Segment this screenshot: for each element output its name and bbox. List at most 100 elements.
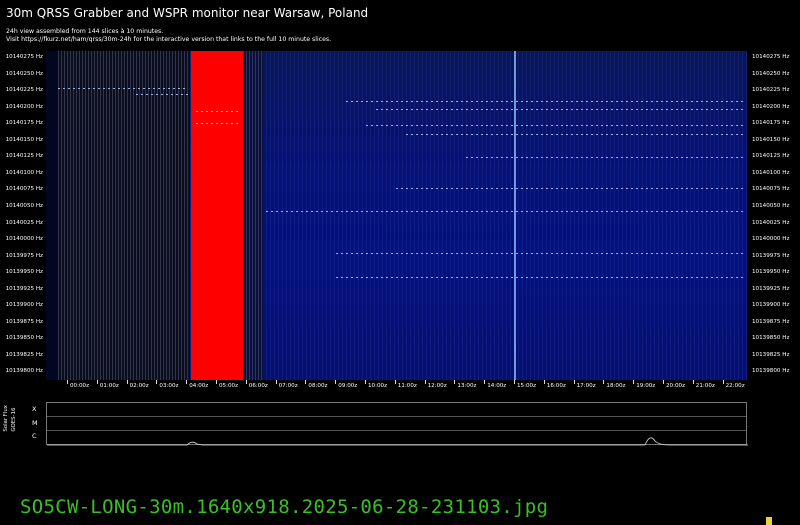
subtitle-line-1: 24h view assembled from 144 slices à 10 … [6,28,164,35]
y-tick-label: 10140100 Hz [5,169,43,176]
x-tick [365,380,366,384]
y-axis-right: 10140275 Hz 10140250 Hz 10140225 Hz 1014020… [752,51,800,380]
y-tick-label: 10139900 Hz [5,302,43,309]
x-tick-label: 11:00z [397,383,417,389]
y-tick-label: 10139925 Hz [5,285,43,292]
y-tick-label: 10140250 Hz [5,70,43,77]
x-tick-label: 01:00z [99,383,119,389]
spectrogram-gray-band [58,51,190,380]
x-tick-label: 15:00z [517,383,537,389]
y-tick-label: 10140000 Hz [5,236,43,243]
x-tick-label: 04:00z [189,383,209,389]
x-tick-label: 17:00z [576,383,596,389]
y-tick-label: 10139925 Hz [752,285,790,292]
signal-trace [136,94,191,95]
flux-class-c: C [32,432,37,440]
x-tick [663,380,664,384]
x-tick [424,380,426,384]
x-tick [454,380,456,384]
y-tick-label: 10140175 Hz [5,120,43,127]
y-tick-label: 10140050 Hz [5,202,43,209]
y-tick-label: 10140275 Hz [752,54,790,60]
signal-trace [366,125,746,126]
x-tick [126,380,128,384]
x-tick-label: 18:00z [606,383,626,389]
y-tick-label: 10140175 Hz [752,120,790,127]
signal-trace [376,109,746,110]
y-tick-label: 10139975 Hz [752,252,790,259]
x-axis-time: 00:00z 01:00z 02:00z 03:00z 04:00z 05:00z 06:0… [46,380,747,394]
x-tick [156,380,158,384]
signal-trace [336,253,746,254]
y-tick-label: 10140025 Hz [752,219,790,226]
x-tick [603,380,605,384]
y-tick-label: 10140000 Hz [752,236,790,243]
y-tick-label: 10139950 Hz [5,269,43,276]
x-tick-label: 22:00z [725,383,745,389]
x-tick-label: 19:00z [636,383,656,389]
y-tick-label: 10139850 Hz [752,335,790,342]
y-tick-label: 10139950 Hz [752,269,790,276]
x-tick-label: 13:00z [457,383,477,389]
x-tick-label: 06:00z [248,383,268,389]
y-tick-label: 10140125 Hz [5,153,43,160]
x-tick-label: 03:00z [159,383,179,389]
x-tick [216,380,217,384]
y-tick-label: 10139800 Hz [5,368,43,375]
x-tick [275,380,277,384]
y-tick-label: 10140025 Hz [5,219,43,226]
x-tick [722,380,724,384]
spectrogram-gray-band-2 [243,51,263,380]
y-tick-label: 10140200 Hz [752,103,790,110]
flux-class-x: X [32,405,37,413]
signal-trace [196,111,241,112]
x-tick [335,380,337,384]
x-tick-label: 02:00z [129,383,149,389]
signal-trace [466,157,746,158]
y-tick-label: 10139975 Hz [5,252,43,259]
image-filename: SO5CW-LONG-30m.1640x918.2025-06-28-23110… [20,496,549,518]
y-tick-label: 10140075 Hz [752,186,790,193]
y-tick-label: 10139875 Hz [752,318,790,325]
y-tick-label: 10139900 Hz [752,302,790,309]
signal-trace [406,134,746,135]
y-tick-label: 10139875 Hz [5,318,43,325]
spectrogram-missing-data [191,51,243,380]
x-tick [67,380,68,384]
x-tick [633,380,635,384]
x-tick [245,380,247,384]
x-tick [484,380,486,384]
subtitle-line-2: Visit https://fkurz.net/ham/qrss/30m-24h… [6,36,332,43]
y-tick-label: 10139825 Hz [5,351,43,358]
flux-curve [47,437,748,446]
x-tick-label: 05:00z [219,383,239,389]
x-tick [692,380,694,384]
signal-trace [396,188,746,189]
x-tick [96,380,98,384]
x-tick [573,380,575,384]
x-tick-label: 10:00z [368,383,388,389]
y-tick-label: 10139850 Hz [5,335,43,342]
x-tick-label: 00:00z [70,383,90,389]
signal-trace [346,101,746,102]
signal-trace [266,211,746,212]
flux-side-label-1: Solar Flux [3,405,9,432]
y-tick-label: 10140250 Hz [752,70,790,77]
y-axis-left: 10140275 Hz 10140250 Hz 10140225 Hz 1014020… [0,51,43,380]
x-tick-label: 09:00z [338,383,358,389]
spectrogram-dark-band [46,51,58,380]
y-tick-label: 10140150 Hz [5,136,43,143]
y-tick-label: 10140225 Hz [752,87,790,94]
x-tick [186,380,188,384]
x-tick-label: 21:00z [695,383,715,389]
y-tick-label: 10140275 Hz [5,54,43,60]
y-tick-label: 10140050 Hz [752,202,790,209]
x-tick-label: 12:00z [427,383,447,389]
spectrogram-image[interactable] [46,51,747,380]
y-tick-label: 10140200 Hz [5,103,43,110]
x-tick-label: 08:00z [308,383,328,389]
x-tick [543,380,545,384]
x-tick [514,380,515,384]
y-tick-label: 10140100 Hz [752,169,790,176]
y-tick-label: 10140125 Hz [752,153,790,160]
